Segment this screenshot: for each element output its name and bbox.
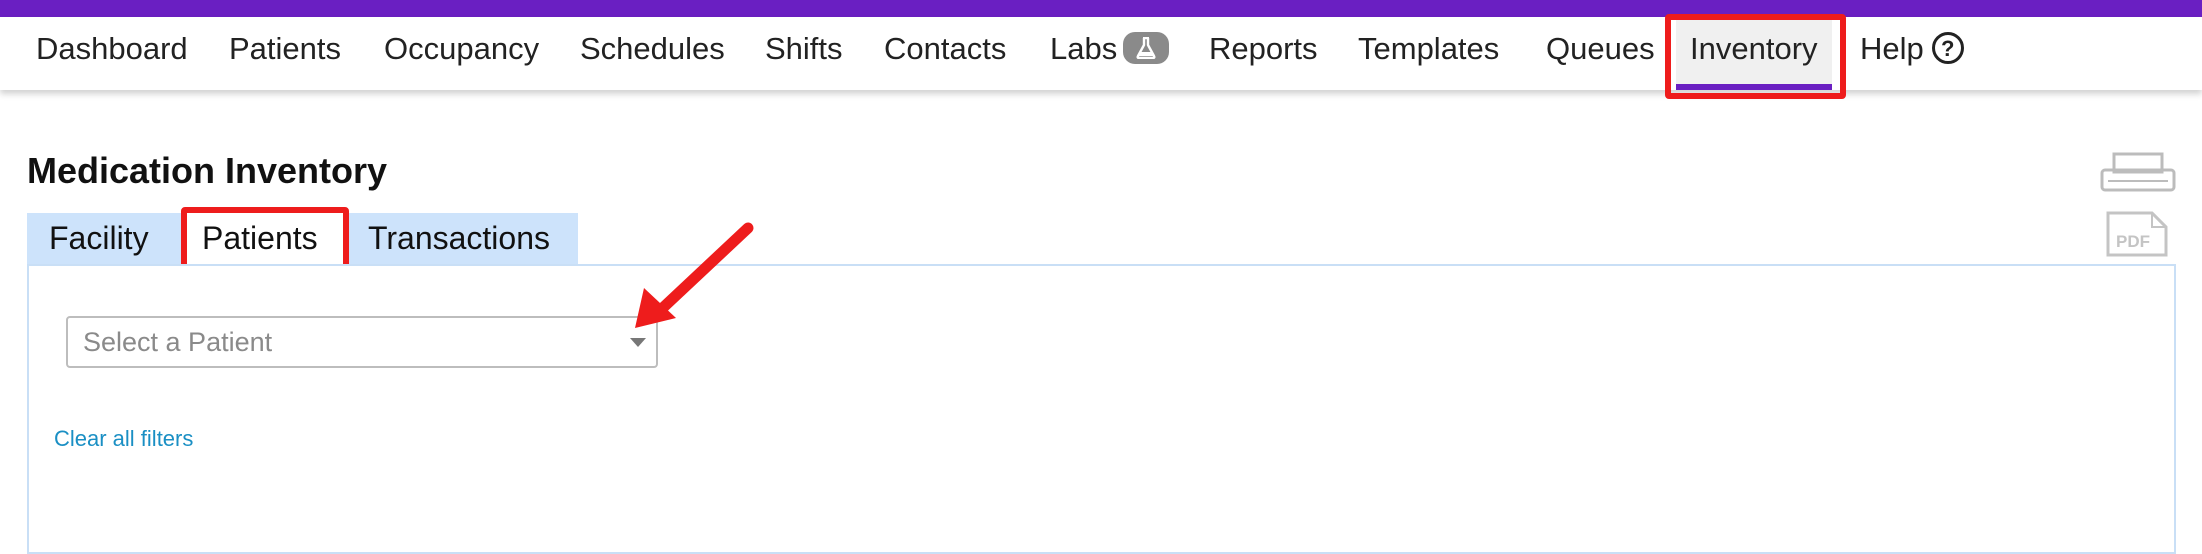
nav-item-label: Reports [1209, 31, 1318, 66]
nav-item-contacts[interactable]: Contacts [884, 17, 1006, 90]
nav-item-label: Help [1860, 31, 1924, 66]
caret-down-icon [630, 338, 646, 347]
flask-icon [1123, 31, 1170, 64]
main-navbar: Dashboard Patients Occupancy Schedules S… [0, 17, 2202, 90]
nav-item-label: Labs [1050, 31, 1118, 66]
nav-item-label: Queues [1546, 31, 1655, 66]
nav-item-label: Dashboard [36, 31, 188, 66]
tab-label: Transactions [368, 220, 550, 256]
tab-transactions[interactable]: Transactions [346, 213, 578, 265]
patient-select-placeholder: Select a Patient [83, 327, 273, 357]
pdf-icon[interactable]: PDF [2106, 211, 2168, 262]
annotation-arrow-icon [630, 218, 760, 335]
clear-all-filters-link[interactable]: Clear all filters [54, 426, 193, 452]
nav-item-shifts[interactable]: Shifts [765, 17, 843, 90]
nav-item-reports[interactable]: Reports [1209, 17, 1318, 90]
patient-select[interactable]: Select a Patient [66, 316, 658, 368]
page-title: Medication Inventory [27, 150, 388, 191]
nav-item-label: Templates [1358, 31, 1500, 66]
nav-item-dashboard[interactable]: Dashboard [36, 17, 188, 90]
nav-item-schedules[interactable]: Schedules [580, 17, 725, 90]
tab-panel [27, 264, 2176, 554]
tab-facility[interactable]: Facility [27, 213, 173, 265]
nav-item-occupancy[interactable]: Occupancy [384, 17, 539, 90]
nav-item-labs[interactable]: Labs [1050, 17, 1170, 90]
nav-item-label: Contacts [884, 31, 1007, 66]
nav-item-templates[interactable]: Templates [1358, 17, 1499, 90]
highlight-box-inventory [1665, 14, 1846, 99]
nav-item-help[interactable]: Help? [1860, 17, 1964, 90]
nav-item-patients[interactable]: Patients [229, 17, 341, 90]
tab-label: Facility [49, 220, 149, 256]
nav-item-queues[interactable]: Queues [1546, 17, 1655, 90]
nav-item-label: Schedules [580, 31, 725, 66]
printer-icon[interactable] [2100, 152, 2176, 199]
help-circle-icon: ? [1931, 31, 1964, 64]
nav-item-label: Patients [229, 31, 342, 66]
pdf-icon-label: PDF [2116, 232, 2150, 251]
nav-item-label: Shifts [765, 31, 843, 66]
nav-item-label: Occupancy [384, 31, 540, 66]
brand-top-bar [0, 0, 2202, 17]
